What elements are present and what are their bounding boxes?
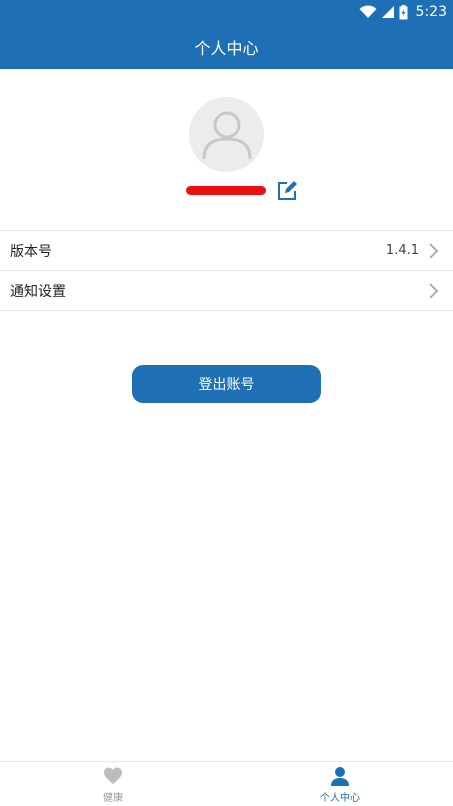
status-bar: 5:23: [0, 0, 453, 24]
edit-icon[interactable]: [276, 180, 298, 202]
page-title: 个人中心: [194, 38, 259, 58]
avatar[interactable]: [189, 97, 264, 172]
username-redaction: [186, 186, 266, 195]
nav-item-health[interactable]: 健康: [0, 762, 226, 806]
notification-settings-row[interactable]: 通知设置: [0, 270, 453, 311]
version-row[interactable]: 版本号 1.4.1: [0, 230, 453, 270]
version-value: 1.4.1: [385, 243, 419, 258]
nav-item-profile[interactable]: 个人中心: [227, 762, 453, 806]
username-row: [0, 178, 453, 206]
logout-button[interactable]: 登出账号: [132, 365, 321, 403]
chevron-right-icon: [429, 283, 439, 299]
status-icons: 5:23: [359, 2, 447, 22]
bottom-nav: 健康 个人中心: [0, 761, 453, 806]
notification-settings-label: 通知设置: [10, 283, 66, 300]
app-header: 个人中心: [0, 24, 453, 69]
status-time: 5:23: [415, 4, 447, 20]
nav-label-profile: 个人中心: [320, 793, 360, 804]
person-icon: [331, 767, 349, 786]
chevron-right-icon: [429, 243, 439, 259]
settings-list: 版本号 1.4.1 通知设置: [0, 230, 453, 311]
wifi-icon: [359, 5, 377, 18]
signal-icon: [381, 6, 394, 18]
heart-icon: [104, 767, 122, 784]
battery-icon: [399, 4, 408, 19]
nav-label-health: 健康: [103, 793, 123, 804]
user-avatar-icon: [202, 111, 251, 159]
version-label: 版本号: [10, 243, 52, 260]
